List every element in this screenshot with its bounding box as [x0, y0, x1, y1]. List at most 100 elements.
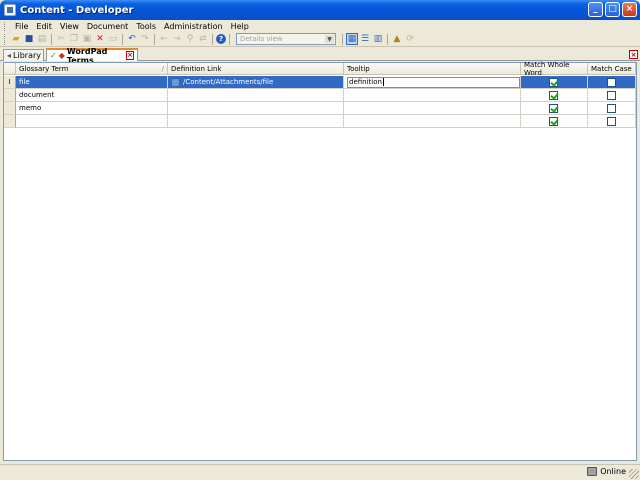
refresh-icon[interactable]: ⟳: [404, 33, 416, 45]
layout-vertical-icon[interactable]: ▥: [372, 33, 384, 45]
menu-edit[interactable]: Edit: [32, 22, 56, 31]
view-select[interactable]: Details view ▼: [236, 33, 336, 45]
menu-file[interactable]: File: [11, 22, 32, 31]
forward-icon[interactable]: →: [171, 33, 183, 45]
view-select-value: Details view: [240, 35, 283, 43]
cell-match-whole-word: [521, 89, 588, 102]
window-controls: _ □ ×: [588, 2, 637, 17]
cell-definition-link[interactable]: [168, 89, 344, 102]
cut-icon[interactable]: ✂: [55, 33, 67, 45]
header-glossary-term[interactable]: Glossary Term /: [16, 63, 168, 75]
header-match-whole-word[interactable]: Match Whole Word: [521, 61, 588, 77]
cell-definition-link[interactable]: /Content/Attachments/file: [168, 76, 344, 89]
toolbar-grip: [4, 33, 7, 45]
cell-match-case: [588, 76, 636, 89]
document-icon: ◆: [58, 51, 65, 60]
connection-status-label: Online: [600, 467, 626, 476]
network-online-icon: [587, 467, 598, 476]
toolbar: ▰ ■ ▤ ✂ ❐ ▣ ✕ ▭ ↶ ↷ ← → ⚲ ⇄ ? Details vi…: [0, 32, 640, 47]
close-all-tabs-icon[interactable]: ×: [629, 50, 638, 59]
menu-administration[interactable]: Administration: [160, 22, 227, 31]
status-bar: Online: [0, 464, 640, 480]
text-caret: [382, 78, 384, 86]
menu-bar: File Edit View Document Tools Administra…: [0, 20, 640, 32]
menu-view[interactable]: View: [56, 22, 83, 31]
match-whole-word-checkbox[interactable]: [549, 104, 558, 113]
row-indicator: [4, 115, 16, 128]
match-case-checkbox[interactable]: [606, 104, 616, 113]
cell-glossary-term[interactable]: memo: [16, 102, 168, 115]
publish-icon[interactable]: ▲: [391, 33, 403, 45]
cell-definition-link[interactable]: [168, 102, 344, 115]
cell-match-whole-word: [521, 115, 588, 128]
row-indicator: I: [4, 76, 16, 89]
close-window-button[interactable]: ×: [622, 2, 637, 17]
connection-status: Online: [587, 467, 626, 476]
cell-glossary-term[interactable]: document: [16, 89, 168, 102]
tooltip-edit-input[interactable]: definition: [347, 76, 520, 88]
header-tooltip[interactable]: Tooltip: [344, 63, 521, 75]
table-row[interactable]: memo: [4, 102, 636, 115]
window-title: Content - Developer: [20, 4, 134, 16]
maximize-button[interactable]: □: [605, 2, 620, 17]
cell-match-case: [588, 89, 636, 102]
open-folder-icon[interactable]: ▰: [10, 33, 22, 45]
match-case-checkbox[interactable]: [606, 117, 616, 126]
delete-icon[interactable]: ✕: [94, 33, 106, 45]
minimize-button[interactable]: _: [588, 2, 603, 17]
cell-tooltip[interactable]: definition: [344, 76, 521, 89]
table-row[interactable]: I file /Content/Attachments/file definit…: [4, 76, 636, 89]
match-whole-word-checkbox[interactable]: [549, 78, 558, 87]
print-icon[interactable]: ▤: [36, 33, 48, 45]
glossary-grid: Glossary Term / Definition Link Tooltip …: [3, 61, 637, 461]
cell-glossary-term[interactable]: file: [16, 76, 168, 89]
header-match-case[interactable]: Match Case: [588, 63, 636, 75]
find-icon[interactable]: ⚲: [184, 33, 196, 45]
cell-match-case: [588, 115, 636, 128]
menu-help[interactable]: Help: [227, 22, 253, 31]
cell-match-whole-word: [521, 102, 588, 115]
cell-definition-link[interactable]: [168, 115, 344, 128]
layout-single-icon[interactable]: ▦: [346, 33, 358, 45]
layout-horizontal-icon[interactable]: ☰: [359, 33, 371, 45]
library-icon: ◂: [7, 51, 12, 60]
row-indicator: [4, 89, 16, 102]
replace-icon[interactable]: ⇄: [197, 33, 209, 45]
menu-grip: [4, 21, 7, 31]
cell-tooltip[interactable]: [344, 115, 521, 128]
redo-icon[interactable]: ↷: [139, 33, 151, 45]
checkmark-icon: ✓: [50, 51, 57, 60]
match-case-checkbox[interactable]: [606, 91, 616, 100]
undo-icon[interactable]: ↶: [126, 33, 138, 45]
paste-icon[interactable]: ▣: [81, 33, 93, 45]
back-icon[interactable]: ←: [158, 33, 170, 45]
header-definition-link[interactable]: Definition Link: [168, 63, 344, 75]
match-case-checkbox[interactable]: [606, 78, 616, 87]
title-bar: Content - Developer _ □ ×: [0, 0, 640, 20]
properties-icon[interactable]: ▭: [107, 33, 119, 45]
row-indicator: [4, 102, 16, 115]
table-row[interactable]: [4, 115, 636, 128]
match-whole-word-checkbox[interactable]: [549, 117, 558, 126]
menu-document[interactable]: Document: [83, 22, 132, 31]
sort-icon: /: [161, 64, 164, 73]
copy-icon[interactable]: ❐: [68, 33, 80, 45]
save-icon[interactable]: ■: [23, 33, 35, 45]
header-indicator: [4, 63, 16, 75]
cell-glossary-term[interactable]: [16, 115, 168, 128]
menu-tools[interactable]: Tools: [132, 22, 160, 31]
table-row[interactable]: document: [4, 89, 636, 102]
grid-header: Glossary Term / Definition Link Tooltip …: [4, 61, 636, 77]
cell-tooltip[interactable]: [344, 89, 521, 102]
cell-match-whole-word: [521, 76, 588, 89]
close-tab-icon[interactable]: ×: [126, 51, 134, 60]
app-icon: [4, 4, 16, 16]
tab-library-label: Library: [13, 51, 41, 60]
resize-grip[interactable]: [629, 469, 639, 479]
tab-library[interactable]: ◂ Library: [3, 49, 44, 61]
help-icon[interactable]: ?: [216, 34, 226, 44]
cell-tooltip[interactable]: [344, 102, 521, 115]
tab-wordpad-terms[interactable]: ✓ ◆ WordPad Terms ×: [46, 47, 138, 65]
cell-match-case: [588, 102, 636, 115]
match-whole-word-checkbox[interactable]: [549, 91, 558, 100]
